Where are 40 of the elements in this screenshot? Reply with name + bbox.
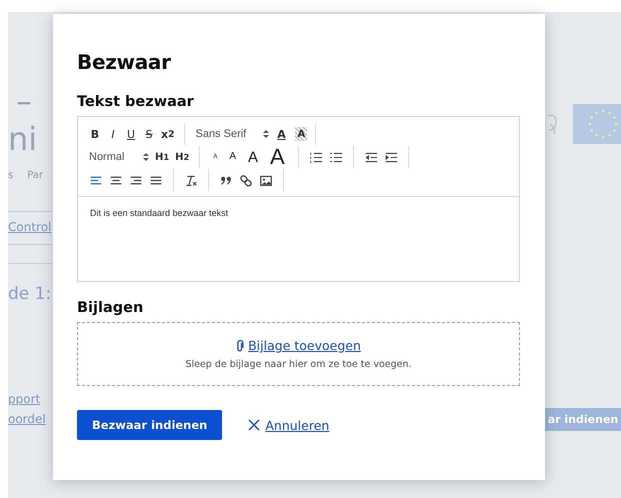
font-size-button[interactable]: A (243, 146, 264, 168)
bullet-list-icon (328, 150, 343, 164)
emblem-icon (545, 112, 559, 136)
align-justify-icon (149, 174, 163, 186)
field-label: Tekst bezwaar (77, 94, 195, 110)
flag-icon (573, 104, 621, 144)
up-down-arrows-icon (143, 152, 149, 162)
outdent-icon (364, 150, 378, 164)
link-icon (239, 174, 253, 186)
submit-button[interactable]: Bezwaar indienen (77, 410, 222, 440)
align-center-icon (109, 174, 123, 186)
section-label: Bijlagen (77, 300, 144, 316)
align-left-icon (89, 174, 103, 186)
numbered-list-icon (308, 150, 323, 164)
editor-text[interactable]: Dit is een standaard bezwaar tekst (78, 197, 519, 281)
cancel-link[interactable]: Annuleren (248, 418, 330, 432)
drop-hint: Sleep de bijlage naar hier om ze toe te voegen. (185, 359, 412, 370)
up-down-arrows-icon (263, 129, 270, 139)
highlight-color-button[interactable]: A (295, 127, 308, 141)
text-color-button[interactable]: A (273, 123, 290, 145)
paperclip-icon (236, 340, 244, 352)
dropdown-button[interactable]: Normal (87, 146, 151, 168)
image-icon (259, 174, 273, 186)
align-right-icon (129, 174, 143, 186)
drop-zone[interactable]: Bijlage toevoegen Sleep de bijlage naar hier om ze toe te voegen. (77, 322, 520, 386)
dialog-title: Bezwaar (77, 50, 172, 74)
indent-icon (384, 150, 398, 164)
dropdown-button[interactable]: Sans Serif (193, 123, 272, 145)
format-button[interactable]: I (105, 123, 121, 145)
format-button[interactable]: U (123, 123, 139, 145)
format-button[interactable]: B (87, 123, 103, 145)
page-heading: – (15, 82, 33, 120)
section-heading: de 1: (8, 284, 52, 304)
page-heading: ni (8, 120, 38, 158)
font-size-button[interactable]: A (224, 146, 242, 168)
format-button[interactable]: S (141, 123, 157, 145)
add-attachment-link[interactable]: Bijlage toevoegen (236, 338, 361, 353)
close-icon (248, 419, 260, 431)
font-size-button[interactable]: A (265, 146, 290, 168)
clear-format-icon (184, 174, 198, 186)
